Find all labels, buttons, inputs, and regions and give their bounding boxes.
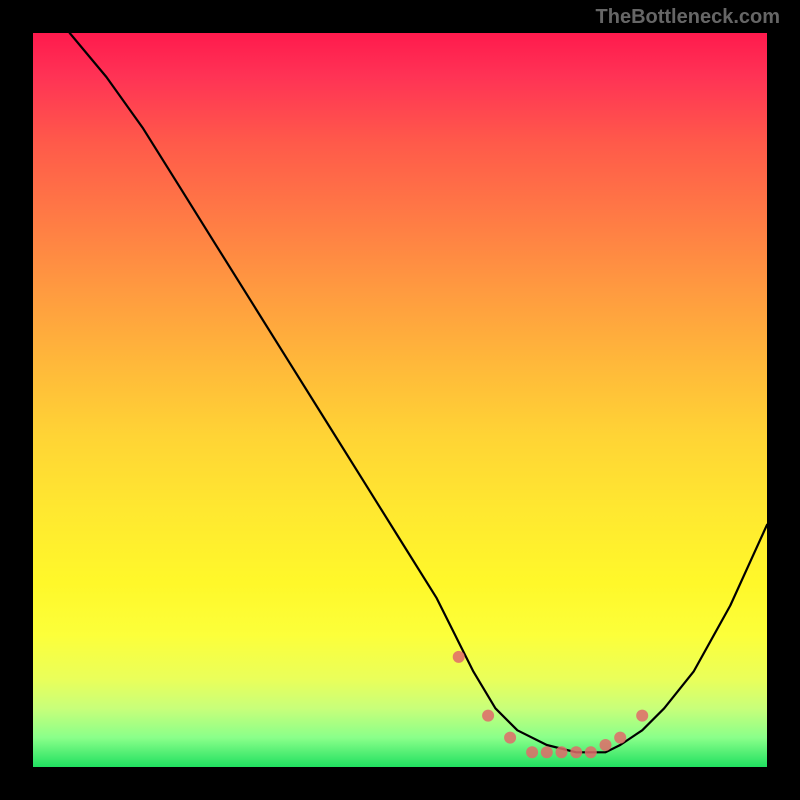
suggestion-dot xyxy=(541,746,553,758)
suggestion-dot xyxy=(556,746,568,758)
watermark-text: TheBottleneck.com xyxy=(596,6,780,29)
suggestion-dot xyxy=(600,739,612,751)
suggestion-dot xyxy=(636,710,648,722)
chart-svg xyxy=(33,33,767,767)
suggestion-dot xyxy=(614,732,626,744)
chart-plot-area xyxy=(33,33,767,767)
suggestion-dot xyxy=(453,651,465,663)
suggestion-dot xyxy=(482,710,494,722)
suggestion-dot xyxy=(585,746,597,758)
suggestion-dots-group xyxy=(453,651,649,758)
suggestion-dot xyxy=(526,746,538,758)
suggestion-dot xyxy=(504,732,516,744)
suggestion-dot xyxy=(570,746,582,758)
bottleneck-curve-path xyxy=(70,33,767,752)
